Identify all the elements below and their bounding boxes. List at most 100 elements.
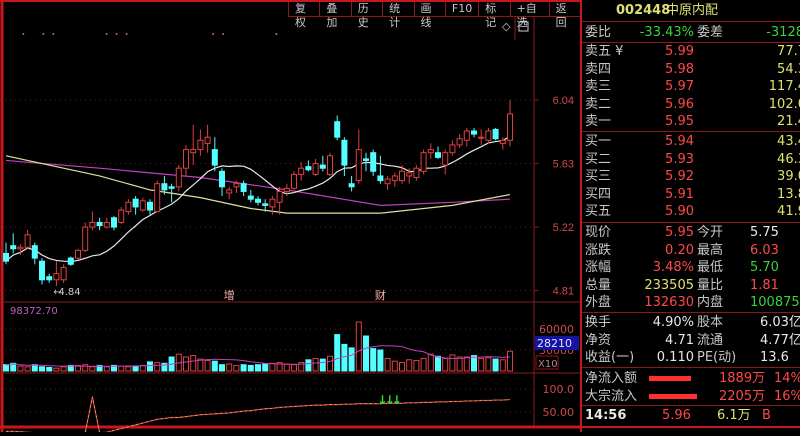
diamond-icon: ◇ bbox=[502, 20, 511, 33]
bid-row: 买五 5.90 41.9万 bbox=[582, 203, 800, 220]
fin-value: 4.77亿 bbox=[760, 332, 800, 348]
bid-volume: 43.4万 bbox=[777, 134, 800, 149]
volume-bar bbox=[355, 321, 362, 372]
candle-up bbox=[478, 136, 485, 139]
stat-label: 今开 bbox=[697, 225, 724, 240]
candle-down bbox=[240, 183, 247, 192]
volume-bar bbox=[147, 361, 153, 372]
toolbar-fuquan-button[interactable]: 复权 bbox=[288, 2, 319, 29]
indicator-tick-label: 50.00 bbox=[543, 406, 575, 419]
toolbar-watchlist-button[interactable]: +自选 bbox=[509, 2, 549, 29]
candle-up bbox=[17, 246, 24, 250]
weicha-label: 委差 bbox=[697, 25, 724, 40]
volume-bar bbox=[154, 362, 161, 372]
weibi-row: 委比 -33.43% 委差 -3128 bbox=[582, 24, 800, 41]
bid-label: 买三 bbox=[585, 169, 612, 184]
volume-bar bbox=[247, 364, 254, 372]
price-tick-label: 5.22 bbox=[553, 222, 574, 234]
volume-bar bbox=[442, 357, 449, 372]
volume-header-value: 98372.70 bbox=[10, 306, 58, 317]
tick-price: 5.96 bbox=[662, 408, 691, 423]
candle-up bbox=[183, 149, 189, 169]
volume-bar bbox=[327, 355, 333, 372]
toolbar-stats-button[interactable]: 统计 bbox=[382, 2, 413, 29]
toolbar-mark-button[interactable]: 标记 bbox=[478, 2, 509, 29]
candle-down bbox=[377, 175, 384, 182]
candle-down bbox=[370, 152, 377, 172]
indicator-tick-label: 100.0 bbox=[543, 383, 575, 396]
bid-row: 买三 5.92 39.0万 bbox=[582, 168, 800, 185]
fin-value: 4.90% bbox=[652, 315, 694, 330]
bid-label: 买五 bbox=[585, 204, 612, 219]
candle-up bbox=[269, 198, 276, 208]
weibi-label: 委比 bbox=[585, 25, 612, 40]
bid-row: 买一 5.94 43.4万 bbox=[582, 133, 800, 150]
bid-volume: 41.9万 bbox=[777, 204, 800, 219]
volume-tick-label: 60000 bbox=[539, 323, 574, 336]
stat-label: 涨跌 bbox=[585, 242, 612, 258]
candle-up bbox=[406, 172, 413, 177]
candle-up bbox=[449, 144, 456, 154]
volume-bar bbox=[334, 334, 341, 372]
flow-bar bbox=[649, 393, 697, 399]
candle-up bbox=[190, 149, 197, 154]
fin-label: PE(动) bbox=[697, 350, 737, 365]
volume-bar bbox=[305, 359, 312, 372]
stat-label: 涨幅 bbox=[585, 260, 612, 275]
toolbar-draw-button[interactable]: 画线 bbox=[413, 2, 445, 29]
stock-code: 002448 bbox=[616, 3, 671, 18]
bid-volume: 13.8万 bbox=[777, 186, 800, 202]
candle-up bbox=[413, 167, 420, 178]
fin-label: 换手 bbox=[585, 315, 612, 330]
bid-label: 买二 bbox=[585, 151, 612, 167]
stat-value: 3.48% bbox=[652, 260, 694, 275]
candle-up bbox=[197, 139, 204, 151]
volume-bar bbox=[39, 366, 45, 372]
kline-chart-panel[interactable]: ◇ 6.04 5.63 5.22 4.81 4.84 ← 增财 98372.70 60000 300… bbox=[0, 0, 580, 434]
green-down-arrow-icon: ↓ bbox=[392, 393, 402, 407]
toolbar-history-button[interactable]: 历史 bbox=[350, 2, 382, 29]
stat-value: 132630 bbox=[644, 295, 694, 310]
candle-up bbox=[291, 173, 297, 189]
ask-volume: 77.7万 bbox=[777, 44, 800, 59]
toolbar-f10-button[interactable]: F10 bbox=[444, 2, 478, 16]
candle-up bbox=[125, 201, 132, 213]
candle-down bbox=[305, 166, 312, 171]
volume-bar bbox=[3, 364, 9, 372]
volume-bar bbox=[53, 367, 60, 372]
ask-label: 卖三 bbox=[585, 79, 612, 94]
bid-price: 5.93 bbox=[665, 151, 694, 167]
ask-row: 卖三 5.97 117.4万 bbox=[582, 78, 800, 95]
volume-bar bbox=[348, 347, 355, 372]
ask-volume: 21.4万 bbox=[777, 114, 800, 129]
volume-bar bbox=[17, 365, 24, 372]
flow-label: 大宗流入 bbox=[585, 388, 638, 404]
candle-down bbox=[471, 130, 477, 135]
volume-bar bbox=[485, 357, 492, 372]
volume-bar bbox=[283, 363, 290, 372]
volume-bar bbox=[471, 355, 477, 372]
candle-up bbox=[204, 136, 211, 144]
price-tick-label: 4.81 bbox=[553, 286, 574, 298]
candle-down bbox=[39, 260, 45, 281]
ask-label: 卖五 ¥ bbox=[585, 44, 624, 59]
candle-up bbox=[399, 170, 405, 182]
volume-bar bbox=[291, 364, 297, 372]
candle-up bbox=[427, 149, 434, 154]
volume-bar bbox=[370, 348, 377, 372]
candle-down bbox=[319, 164, 326, 169]
tick-volume: 6.1万 bbox=[717, 408, 751, 423]
stat-label: 最低 bbox=[697, 260, 724, 275]
candle-up bbox=[298, 167, 305, 175]
candle-down bbox=[31, 245, 38, 259]
toolbar-back-button[interactable]: 返回 bbox=[548, 2, 580, 29]
flow-pct: 14% bbox=[774, 371, 800, 386]
volume-bar bbox=[125, 366, 132, 372]
stat-label: 外盘 bbox=[585, 295, 612, 310]
volume-bar bbox=[219, 364, 225, 372]
kline-chart[interactable]: ◇6.045.635.224.814.84← 增财98372.7060000300… bbox=[0, 0, 580, 434]
candle-down bbox=[262, 203, 269, 206]
volume-bar bbox=[413, 360, 420, 372]
candle-down bbox=[96, 221, 103, 227]
toolbar-overlay-button[interactable]: 叠加 bbox=[319, 2, 350, 29]
